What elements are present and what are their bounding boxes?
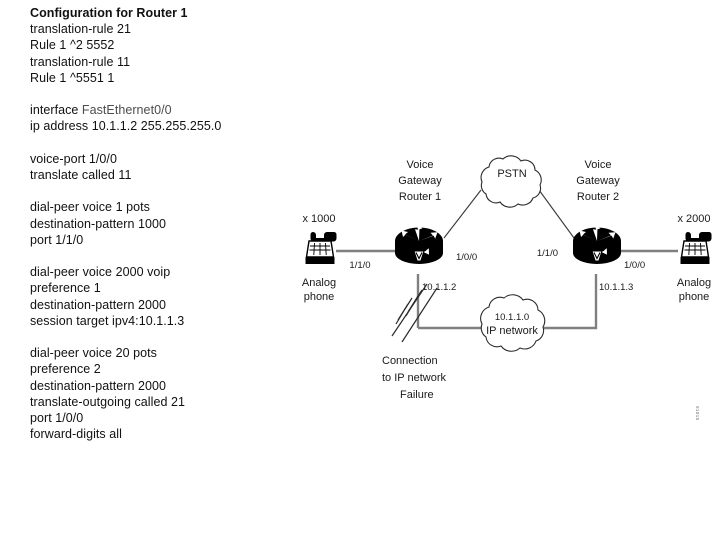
- ip-cloud-name-label: IP network: [486, 325, 538, 337]
- config-line-translate-called: translate called 11: [30, 168, 132, 182]
- config-line-translation-rule-21: translation-rule 21: [30, 22, 132, 37]
- config-interface-keyword: interface: [30, 103, 82, 118]
- failure-label-line1: Connection: [382, 355, 438, 367]
- network-topology-diagram: PSTN 10.1.1.0 IP network x 1000 Analog p…: [296, 138, 720, 468]
- config-line-session-target: session target ipv4:10.1.1.3: [30, 313, 185, 328]
- config-line-dial-peer-voice-2000-voip: dial-peer voice 2000 voip: [30, 265, 171, 280]
- right-analog-phone: x 2000 Analog phone: [677, 213, 713, 303]
- router1-port-right-label: 1/0/0: [456, 252, 477, 263]
- router1-title-line3: Router 1: [399, 191, 441, 203]
- figure-credit-label: 91015: [695, 406, 700, 421]
- config-blank-2: [30, 135, 330, 151]
- router1-port-left-label: 1/1/0: [349, 260, 370, 271]
- config-line-destination-pattern-2000-pots: destination-pattern 2000: [30, 378, 167, 393]
- voice-gateway-router-1: Voice Gateway Router 1 1/1/0 1/0/0 10.1.…: [349, 159, 477, 293]
- router2-title-line3: Router 2: [577, 191, 619, 203]
- router2-port-left-label: 1/1/0: [537, 248, 558, 259]
- config-line-forward-digits-all: forward-digits all: [30, 427, 122, 442]
- wire-router2-to-ip-cloud: [539, 274, 598, 330]
- wire-pstn-to-router2: [538, 189, 575, 239]
- router-configuration-panel: Configuration for Router 1 translation-r…: [30, 5, 330, 442]
- failure-label-line3: Failure: [400, 389, 434, 401]
- left-phone-caption-line1: Analog: [302, 277, 336, 289]
- config-line-dial-peer-voice-20-pots: dial-peer voice 20 pots: [30, 346, 157, 361]
- config-line-port-1-1-0: port 1/1/0: [30, 232, 84, 247]
- config-line-translate-outgoing-called: translate-outgoing called 21: [30, 394, 185, 409]
- config-line-port-1-0-0: port 1/0/0: [30, 411, 84, 425]
- left-analog-phone: x 1000 Analog phone: [302, 213, 338, 303]
- voice-gateway-router-2: Voice Gateway Router 2 1/1/0 1/0/0 10.1.…: [537, 159, 645, 293]
- ip-cloud-subnet-label: 10.1.1.0: [495, 312, 529, 323]
- pstn-cloud: PSTN: [480, 155, 542, 208]
- router2-ip-label: 10.1.1.3: [599, 282, 633, 293]
- config-line-dial-peer-voice-1-pots: dial-peer voice 1 pots: [30, 200, 150, 215]
- right-phone-caption-line1: Analog: [677, 277, 711, 289]
- router1-ip-label: 10.1.1.2: [422, 282, 456, 293]
- right-phone-caption-line2: phone: [679, 291, 710, 303]
- config-line-preference-2: preference 2: [30, 362, 101, 377]
- config-line-preference-1: preference 1: [30, 281, 101, 296]
- router1-title-line1: Voice: [407, 159, 434, 171]
- config-blank-1: [30, 86, 330, 102]
- config-line-rule-1-5551-1: Rule 1 ^5551 1: [30, 70, 115, 85]
- connection-failure-label: Connection to IP network Failure: [382, 355, 446, 401]
- config-line-translation-rule-11: translation-rule 11: [30, 54, 131, 69]
- config-line-destination-pattern-1000: destination-pattern 1000: [30, 216, 167, 231]
- pstn-cloud-label: PSTN: [497, 168, 526, 180]
- router2-port-right-label: 1/0/0: [624, 260, 645, 271]
- config-line-voice-port: voice-port 1/0/0: [30, 151, 117, 166]
- config-blank-5: [30, 329, 330, 345]
- left-phone-caption-line2: phone: [304, 291, 335, 303]
- failure-label-line2: to IP network: [382, 372, 446, 384]
- ip-network-cloud: 10.1.1.0 IP network: [480, 294, 546, 352]
- router1-title-line2: Gateway: [398, 175, 442, 187]
- config-blank-4: [30, 248, 330, 264]
- config-line-rule-1-2-5552: Rule 1 ^2 5552: [30, 38, 115, 53]
- config-line-ip-address: ip address 10.1.1.2 255.255.255.0: [30, 119, 222, 134]
- router2-title-line2: Gateway: [576, 175, 620, 187]
- config-line-destination-pattern-2000-voip: destination-pattern 2000: [30, 297, 167, 312]
- config-interface-name: FastEthernet0/0: [81, 103, 172, 118]
- config-line-interface: interface FastEthernet0/0: [30, 102, 330, 118]
- router2-title-line1: Voice: [585, 159, 612, 171]
- wire-router1-to-pstn: [443, 189, 482, 239]
- right-phone-extension-label: x 2000: [677, 213, 710, 225]
- left-phone-extension-label: x 1000: [302, 213, 335, 225]
- config-title: Configuration for Router 1: [30, 6, 188, 20]
- config-blank-3: [30, 183, 330, 199]
